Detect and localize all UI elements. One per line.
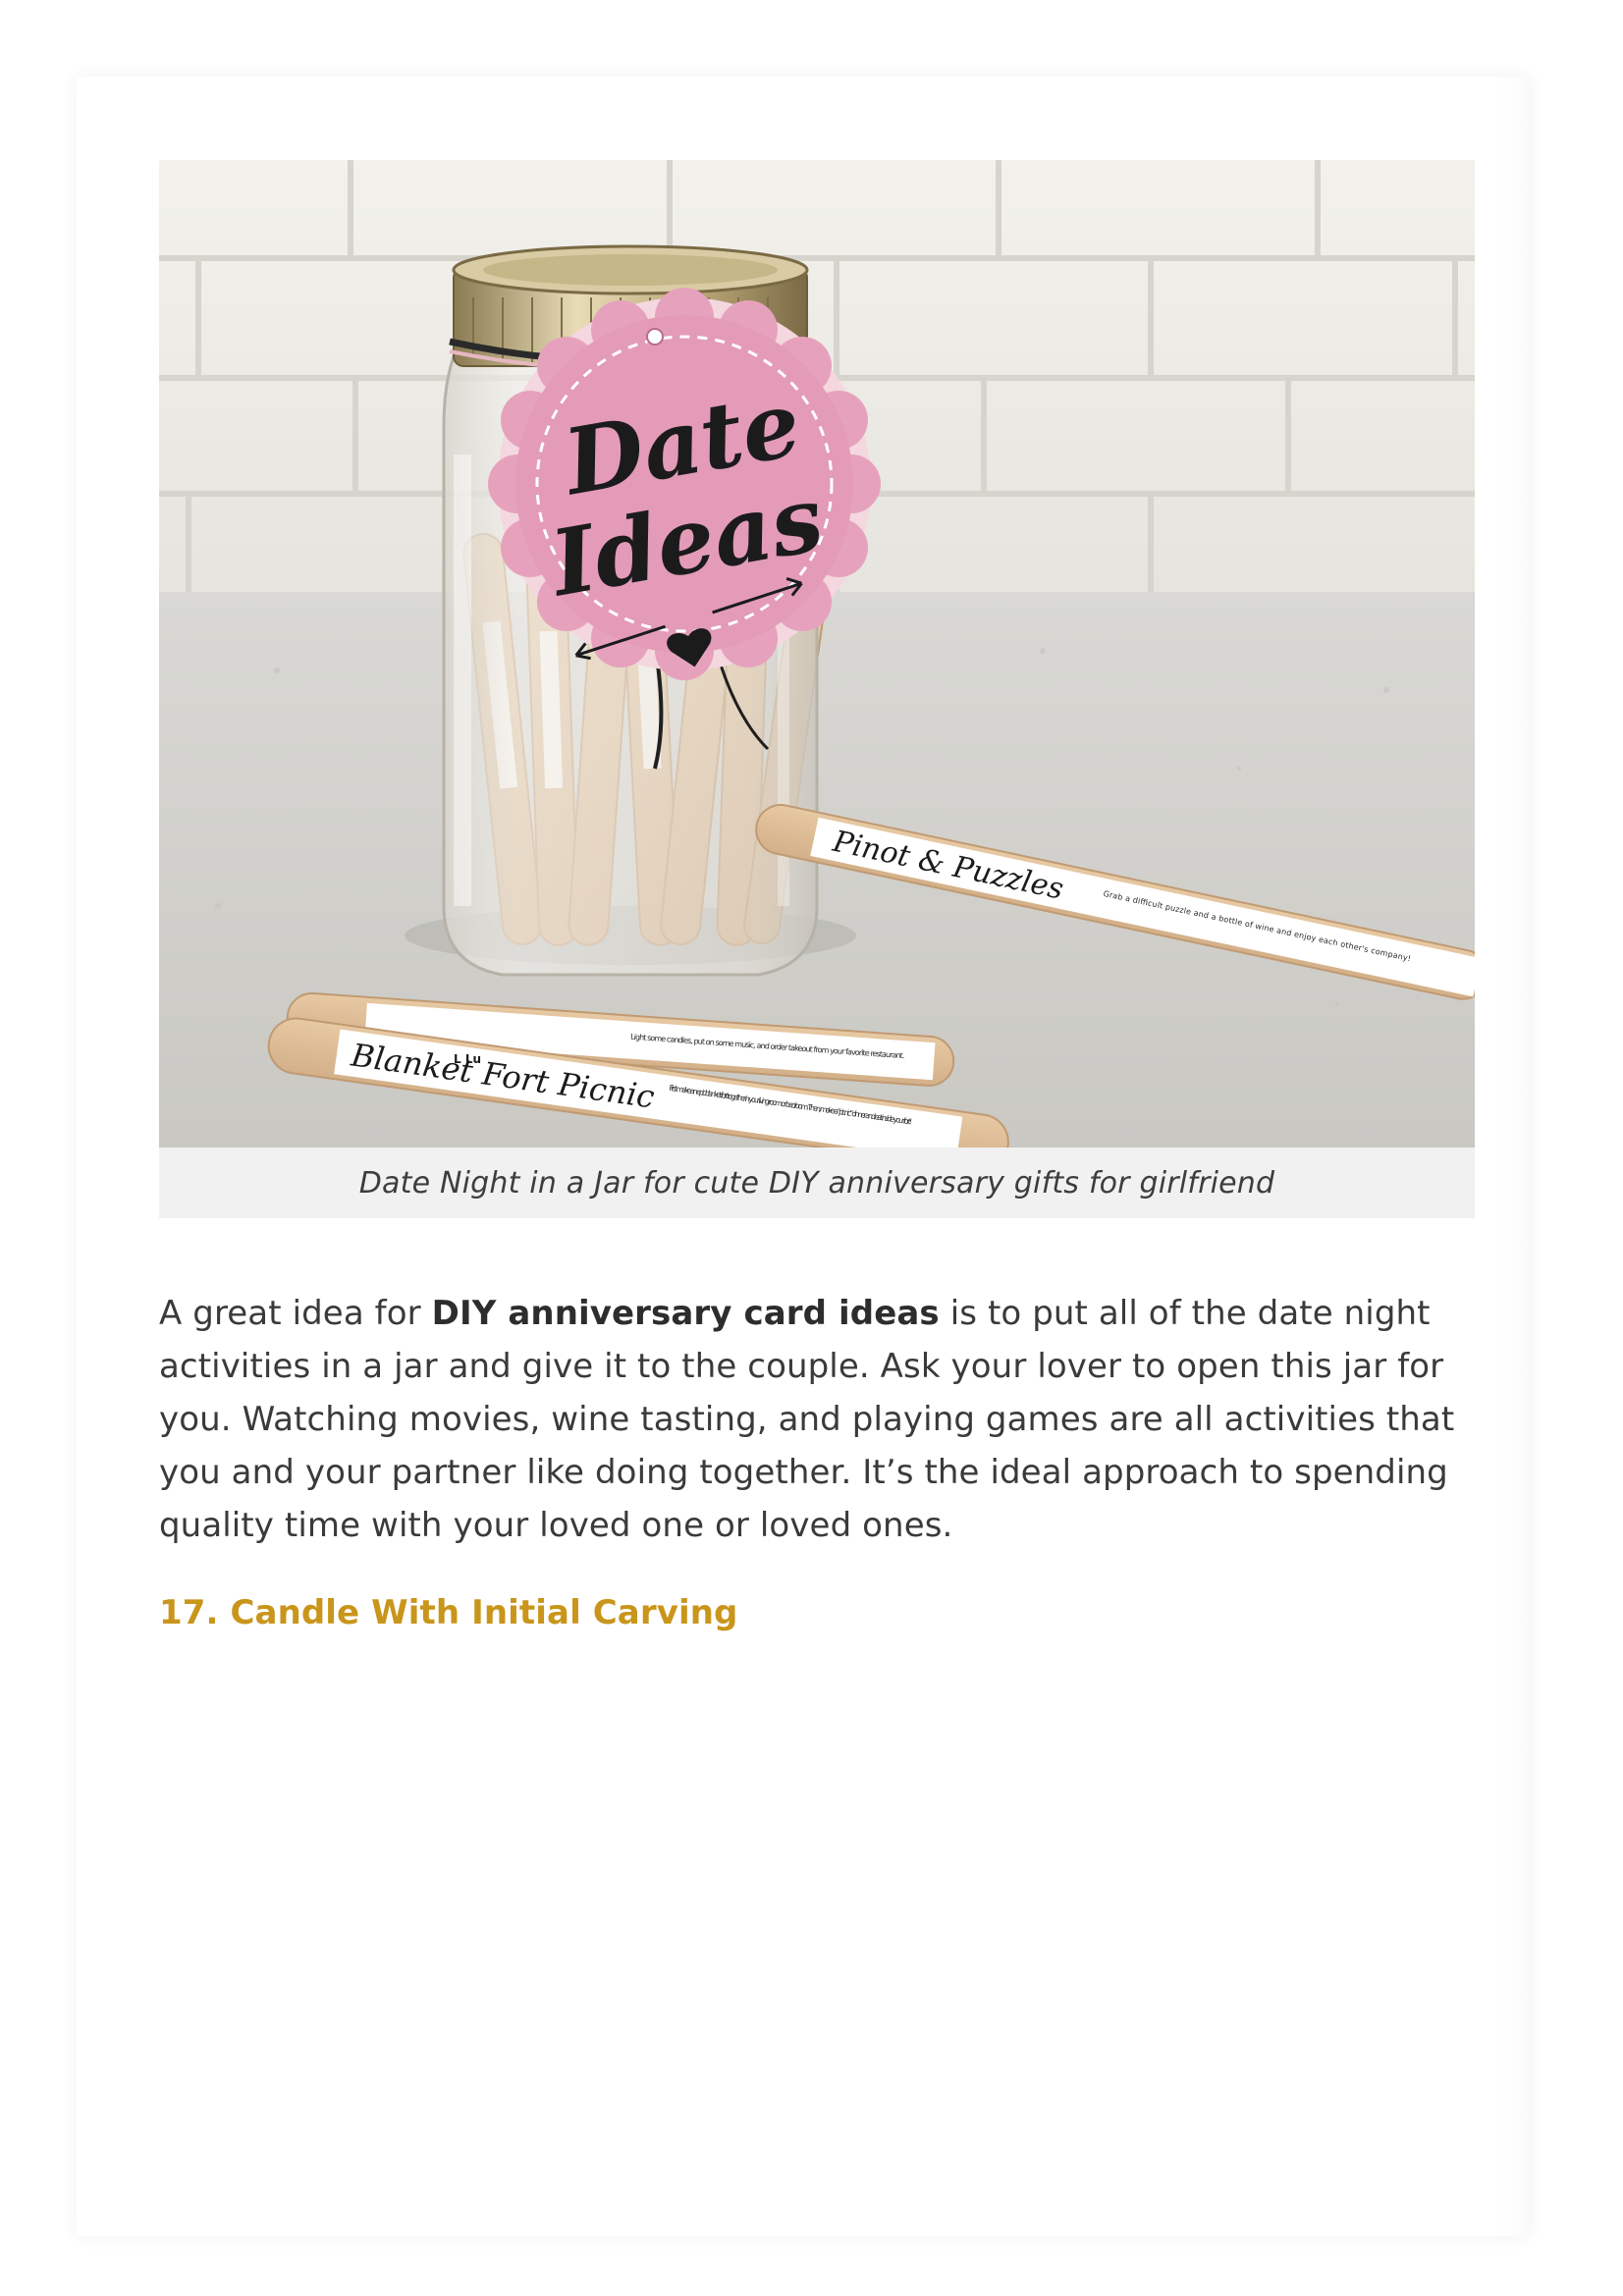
date-ideas-jar-photo: Date Ideas Pinot & Puzzles Grab a diffic… (159, 160, 1475, 1148)
article-paragraph: A great idea for DIY anniversary card id… (159, 1287, 1475, 1552)
article-content: Date Ideas Pinot & Puzzles Grab a diffic… (159, 160, 1475, 1632)
stick-small-label: L Lu (454, 1052, 481, 1066)
article-figure: Date Ideas Pinot & Puzzles Grab a diffic… (159, 160, 1475, 1218)
page-frame-edge-right (1496, 77, 1530, 2236)
paragraph-text-start: A great idea for (159, 1294, 432, 1333)
section-heading: 17. Candle With Initial Carving (159, 1593, 738, 1632)
caption-bar: Date Night in a Jar for cute DIY anniver… (159, 1148, 1475, 1218)
paragraph-keyword: DIY anniversary card ideas (431, 1294, 940, 1333)
jar-illustration: Date Ideas Pinot & Puzzles Grab a diffic… (159, 160, 1475, 1148)
figure-caption: Date Night in a Jar for cute DIY anniver… (358, 1165, 1275, 1201)
